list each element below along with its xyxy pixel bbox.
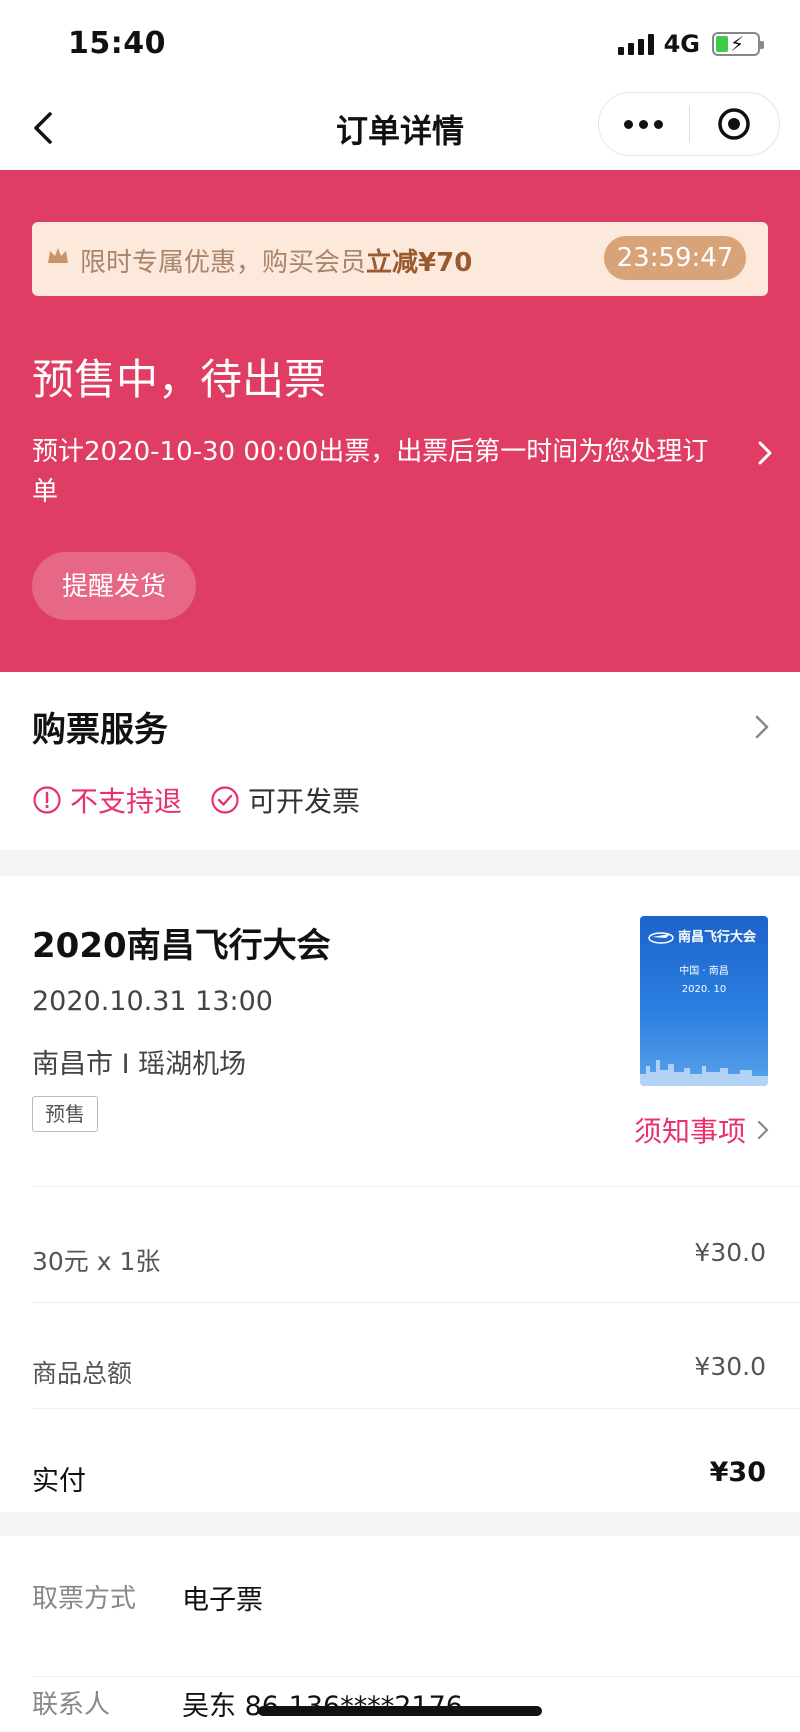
chevron-right-icon[interactable]: [754, 714, 770, 744]
order-status-header: 限时专属优惠，购买会员立减¥70 23:59:47 预售中，待出票 预计2020…: [0, 170, 800, 672]
pickup-method-label: 取票方式: [32, 1584, 137, 1614]
service-title: 购票服务: [32, 710, 168, 750]
subtotal-value: ¥30.0: [694, 1352, 766, 1381]
invoice-tag: 可开发票: [210, 780, 360, 820]
contact-value: 吴东 86-136****2176: [182, 1691, 463, 1722]
unit-price-value: ¥30.0: [694, 1238, 766, 1267]
divider: [32, 1186, 800, 1187]
promo-highlight: 立减¥70: [366, 248, 473, 278]
ticket-service-card[interactable]: 购票服务 不支持退 可开发票: [0, 672, 800, 850]
pickup-method-value: 电子票: [182, 1585, 263, 1616]
event-venue: 南昌市 I 瑶湖机场: [32, 1049, 247, 1080]
unit-price-label: 30元 x 1张: [32, 1247, 161, 1276]
promo-text: 限时专属优惠，购买会员立减¥70: [80, 248, 473, 278]
event-card: 2020南昌飞行大会 2020.10.31 13:00 南昌市 I 瑶湖机场 预…: [0, 876, 800, 1512]
delivery-info-card: 取票方式 电子票 联系人 吴东 86-136****2176: [0, 1536, 800, 1732]
order-status-description[interactable]: 预计2020-10-30 00:00出票，出票后第一时间为您处理订单: [32, 432, 732, 512]
status-indicators: 4G ⚡: [617, 30, 764, 58]
check-circle-icon: [211, 786, 239, 814]
signal-icon: [617, 33, 654, 55]
nav-bar: 订单详情: [0, 88, 800, 170]
no-refund-label: 不支持退: [70, 785, 183, 818]
city-skyline-graphic: [640, 1060, 768, 1086]
home-indicator: [258, 1706, 542, 1716]
close-miniprogram-icon[interactable]: [690, 93, 780, 155]
promo-countdown: 23:59:47: [604, 236, 746, 280]
contact-label: 联系人: [32, 1690, 111, 1720]
event-name: 2020南昌飞行大会: [32, 926, 331, 966]
presale-badge: 预售: [32, 1096, 98, 1132]
paid-label: 实付: [32, 1466, 86, 1497]
exclamation-circle-icon: [33, 786, 61, 814]
chevron-right-icon: [757, 1120, 769, 1140]
order-status-title: 预售中，待出票: [32, 355, 327, 404]
more-icon[interactable]: [599, 93, 689, 155]
service-tags: 不支持退 可开发票: [32, 780, 388, 820]
mini-program-capsule: [598, 92, 780, 156]
notice-label: 须知事项: [633, 1115, 746, 1148]
member-promo-banner[interactable]: 限时专属优惠，购买会员立减¥70 23:59:47: [32, 222, 768, 296]
event-time: 2020.10.31 13:00: [32, 986, 273, 1017]
plane-logo-icon: [648, 932, 674, 944]
notice-link[interactable]: 须知事项: [634, 1110, 770, 1150]
event-poster[interactable]: 南昌飞行大会 中国 · 南昌 2020. 10: [640, 916, 768, 1086]
divider: [32, 1408, 800, 1409]
network-type: 4G: [663, 30, 700, 58]
poster-date: 2020. 10: [681, 984, 727, 995]
divider: [32, 1676, 800, 1677]
no-refund-tag: 不支持退: [32, 780, 182, 820]
subtotal-label: 商品总额: [32, 1359, 133, 1388]
poster-title: 南昌飞行大会: [678, 930, 757, 945]
status-bar: 15:40 4G ⚡: [0, 0, 800, 88]
status-time: 15:40: [68, 26, 166, 61]
paid-value: ¥30: [709, 1457, 766, 1488]
poster-subtitle: 中国 · 南昌: [679, 966, 729, 977]
divider: [32, 1302, 800, 1303]
crown-icon: [46, 244, 70, 272]
remind-shipping-button[interactable]: 提醒发货: [32, 552, 196, 620]
battery-icon: ⚡: [712, 32, 764, 56]
invoice-label: 可开发票: [248, 785, 361, 818]
chevron-right-icon[interactable]: [756, 440, 774, 470]
